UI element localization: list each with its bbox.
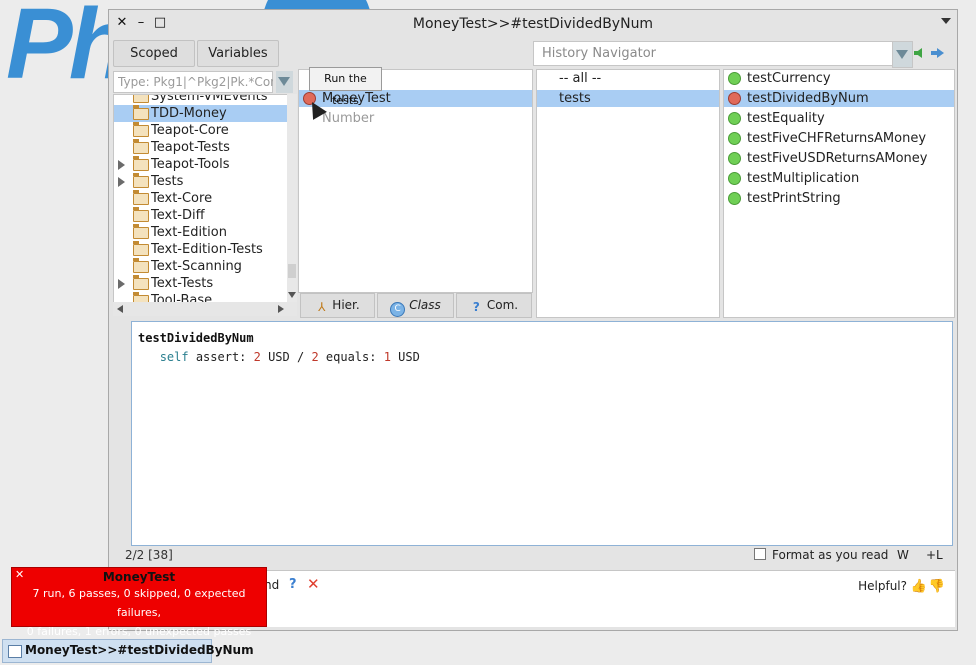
test-result-notification: ✕ MoneyTest 7 run, 6 passes, 0 skipped, … [11,567,267,638]
variables-button[interactable]: Variables [197,40,279,67]
method-item-selected[interactable]: testDividedByNum [724,90,954,107]
protocol-item[interactable]: -- all -- [537,70,719,87]
question-icon: ? [472,300,480,314]
thumbs-up-icon[interactable]: 👍 [911,579,927,594]
expand-arrow-icon[interactable] [118,279,125,289]
package-icon [133,224,149,239]
test-pass-icon[interactable] [728,72,741,85]
package-filter-placeholder: Type: Pkg1|^Pkg2|Pk.*Core$ [118,75,273,89]
package-item[interactable]: Teapot-Tests [114,139,288,156]
helpful-label: Helpful? [858,579,907,593]
window-title: MoneyTest>>#testDividedByNum [412,16,654,32]
method-item[interactable]: testEquality [724,110,954,127]
package-icon [133,190,149,205]
package-icon [133,258,149,273]
test-error-icon[interactable] [728,92,741,105]
package-icon [133,241,149,256]
package-icon [133,139,149,154]
package-item[interactable]: Text-Edition-Tests [114,241,288,258]
test-pass-icon[interactable] [728,192,741,205]
method-item[interactable]: testFiveCHFReturnsAMoney [724,130,954,147]
scoped-button[interactable]: Scoped [113,40,195,67]
package-icon [133,275,149,290]
package-list[interactable]: System-VMEvents TDD-Money Teapot-Core Te… [113,94,289,303]
package-filter-dropdown-icon[interactable] [276,71,293,93]
format-as-you-read-toggle[interactable]: Format as you read [754,548,888,562]
package-item[interactable]: Tests [114,173,288,190]
package-item[interactable]: Teapot-Tools [114,156,288,173]
package-icon [133,173,149,188]
test-pass-icon[interactable] [728,172,741,185]
checkbox[interactable] [754,548,766,560]
history-forward-icon[interactable] [931,48,944,58]
notification-title: MoneyTest [102,570,176,584]
test-pass-icon[interactable] [728,132,741,145]
method-source: testDividedByNum self assert: 2 USD / 2 … [138,331,420,364]
history-navigator-placeholder: History Navigator [542,46,656,61]
code-editor[interactable]: testDividedByNum self assert: 2 USD / 2 … [131,321,953,546]
package-item[interactable]: Text-Scanning [114,258,288,275]
package-filter-input[interactable]: Type: Pkg1|^Pkg2|Pk.*Core$ [113,71,273,93]
package-item[interactable]: Text-Edition [114,224,288,241]
class-side-button[interactable]: C Class [377,293,454,318]
expand-arrow-icon[interactable] [118,160,125,170]
window-menu-icon[interactable] [941,18,951,24]
method-item[interactable]: testFiveUSDReturnsAMoney [724,150,954,167]
method-item[interactable]: testCurrency [724,70,954,87]
package-list-vertical-scrollbar[interactable] [287,94,297,304]
protocol-list[interactable]: -- all -- tests [536,69,720,318]
package-icon [133,105,149,120]
hierarchy-icon: ⅄ [318,300,326,314]
cursor-position: 2/2 [38] [125,548,173,562]
wrap-mode-button[interactable]: W [897,548,909,562]
scroll-left-icon[interactable] [117,305,123,313]
scrollbar-thumb[interactable] [288,264,296,278]
package-item[interactable]: Text-Tests [114,275,288,292]
comment-button[interactable]: ? Com. [456,293,532,318]
scroll-right-icon[interactable] [278,305,284,313]
history-back-icon[interactable] [914,48,922,58]
method-list[interactable]: testCurrency testDividedByNum testEquali… [723,69,955,318]
line-numbers-button[interactable]: +L [926,548,943,562]
history-navigator-field[interactable]: History Navigator [533,41,893,66]
package-icon [133,156,149,171]
package-icon [133,207,149,222]
package-icon [133,95,149,103]
title-bar[interactable]: ✕ – □ MoneyTest>>#testDividedByNum [109,10,957,38]
run-tests-tooltip: Run the tests [309,67,382,107]
package-list-horizontal-scrollbar[interactable] [113,302,297,316]
taskbar-label: MoneyTest>>#testDividedByNum [25,643,254,657]
hierarchy-button[interactable]: ⅄ Hier. [300,293,375,318]
package-item[interactable]: Text-Diff [114,207,288,224]
system-browser-window: ✕ – □ MoneyTest>>#testDividedByNum Scope… [108,9,958,631]
package-icon [133,122,149,137]
test-pass-icon[interactable] [728,152,741,165]
expand-arrow-icon[interactable] [118,177,125,187]
package-item-selected[interactable]: TDD-Money [114,105,288,122]
package-item[interactable]: Teapot-Core [114,122,288,139]
taskbar-item[interactable]: MoneyTest>>#testDividedByNum [2,639,254,663]
class-icon: C [390,302,406,317]
class-item[interactable]: Number [299,110,532,127]
help-question-icon[interactable]: ? [289,577,297,592]
window-icon [8,645,22,658]
method-header: testDividedByNum [138,331,254,345]
history-dropdown-icon[interactable] [892,41,913,68]
notification-close-icon[interactable]: ✕ [15,568,24,581]
package-item[interactable]: Text-Core [114,190,288,207]
method-item[interactable]: testPrintString [724,190,954,207]
help-close-icon[interactable]: ✕ [307,575,320,593]
method-item[interactable]: testMultiplication [724,170,954,187]
notification-line-1: 7 run, 6 passes, 0 skipped, 0 expected f… [32,587,246,619]
scroll-down-icon[interactable] [288,292,296,298]
protocol-item-selected[interactable]: tests [537,90,719,107]
package-item[interactable]: System-VMEvents [114,95,288,105]
thumbs-down-icon[interactable]: 👎 [929,579,945,594]
test-pass-icon[interactable] [728,112,741,125]
